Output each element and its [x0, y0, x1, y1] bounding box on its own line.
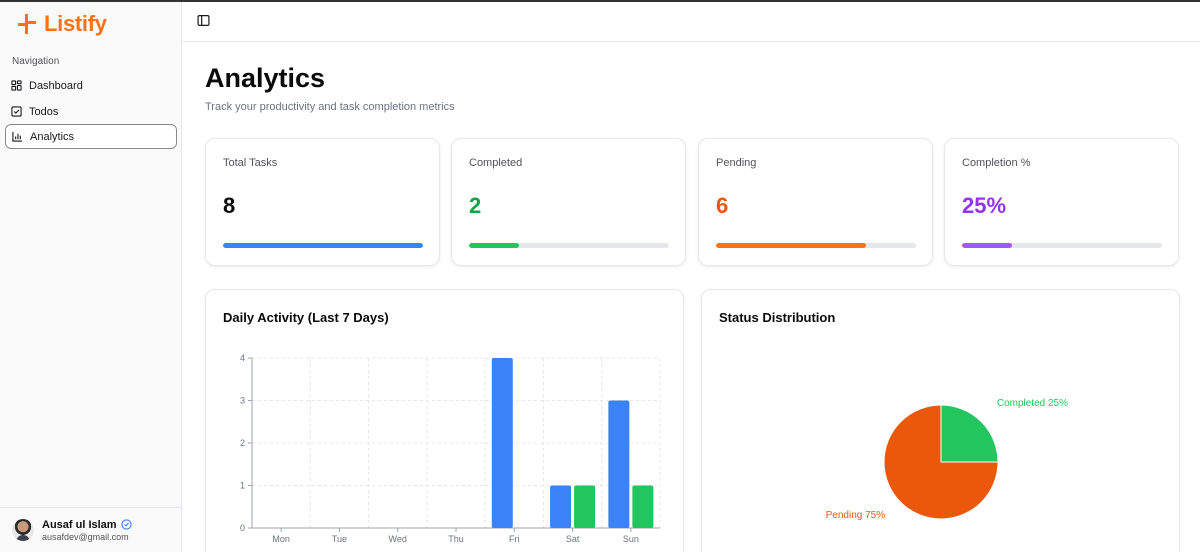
brand-name: Listify — [44, 11, 107, 36]
stat-label: Total Tasks — [223, 157, 278, 169]
stat-value: 8 — [223, 193, 236, 218]
stat-label: Completion % — [962, 157, 1031, 169]
stat-card-completion: Completion % 25% — [944, 138, 1179, 266]
x-tick-label: Sun — [623, 534, 639, 544]
bar — [491, 358, 513, 528]
progress-fill — [469, 243, 519, 248]
daily-activity-panel: Daily Activity (Last 7 Days) 0 1 2 3 4 Mon Tue… — [205, 289, 684, 552]
sidebar: Listify Navigation Dashboard Todos Analy… — [0, 2, 182, 552]
pie-label: Pending 75% — [826, 510, 886, 521]
listify-logo-icon — [18, 14, 36, 34]
status-distribution-chart: Completed 25% Pending 75% — [826, 398, 1068, 521]
y-tick-label: 1 — [240, 481, 245, 491]
stat-label: Completed — [469, 157, 523, 169]
stat-value: 2 — [469, 193, 482, 218]
x-tick-label: Fri — [509, 534, 520, 544]
sidebar-toggle-icon[interactable] — [197, 14, 210, 27]
page-title: Analytics — [205, 63, 326, 93]
progress-bar — [962, 243, 1162, 248]
stat-label: Pending — [716, 157, 757, 169]
topbar — [182, 2, 1200, 42]
sidebar-item-analytics[interactable]: Analytics — [5, 124, 177, 149]
progress-fill — [223, 243, 423, 248]
y-tick-label: 3 — [240, 396, 245, 406]
progress-bar — [469, 243, 669, 248]
nav-heading: Navigation — [12, 56, 60, 67]
x-tick-label: Tue — [332, 534, 347, 544]
user-name: Ausaf ul Islam — [42, 518, 117, 531]
x-tick-label: Sat — [566, 534, 580, 544]
avatar — [12, 519, 34, 541]
progress-fill — [962, 243, 1012, 248]
dashboard-grid-icon — [11, 80, 22, 91]
user-profile[interactable]: Ausaf ul Islam ausafdev@gmail.com — [0, 507, 181, 552]
verified-badge-icon — [120, 519, 132, 530]
bar — [550, 485, 572, 528]
bar-chart-icon — [12, 131, 23, 142]
pie-label: Completed 25% — [997, 398, 1068, 409]
stat-card-total-tasks: Total Tasks 8 — [205, 138, 440, 266]
bar — [608, 400, 630, 528]
progress-bar — [223, 243, 423, 248]
y-tick-label: 2 — [240, 438, 245, 448]
y-tick-label: 0 — [240, 523, 245, 533]
checkbox-icon — [11, 106, 22, 117]
brand-logo[interactable]: Listify — [16, 11, 107, 37]
sidebar-item-label: Analytics — [30, 130, 75, 143]
x-tick-label: Thu — [448, 534, 464, 544]
sidebar-item-dashboard[interactable]: Dashboard — [5, 73, 177, 98]
daily-activity-chart: 0 1 2 3 4 Mon Tue Wed Thu Fri Sat Sun — [240, 353, 661, 544]
sidebar-item-todos[interactable]: Todos — [5, 99, 177, 124]
x-tick-label: Wed — [389, 534, 407, 544]
bar — [574, 485, 596, 528]
x-tick-label: Mon — [272, 534, 290, 544]
bar — [632, 485, 654, 528]
page-subtitle: Track your productivity and task complet… — [205, 101, 455, 113]
stat-card-pending: Pending 6 — [698, 138, 933, 266]
stat-value: 6 — [716, 193, 729, 218]
pie-slice — [940, 404, 999, 463]
sidebar-item-label: Dashboard — [29, 79, 83, 92]
stat-card-completed: Completed 2 — [451, 138, 686, 266]
progress-fill — [716, 243, 866, 248]
sidebar-item-label: Todos — [29, 105, 59, 118]
progress-bar — [716, 243, 916, 248]
stat-value: 25% — [962, 193, 1007, 218]
status-distribution-panel: Status Distribution Completed 25% Pending… — [701, 289, 1180, 552]
y-tick-label: 4 — [240, 353, 245, 363]
user-email: ausafdev@gmail.com — [42, 531, 129, 542]
